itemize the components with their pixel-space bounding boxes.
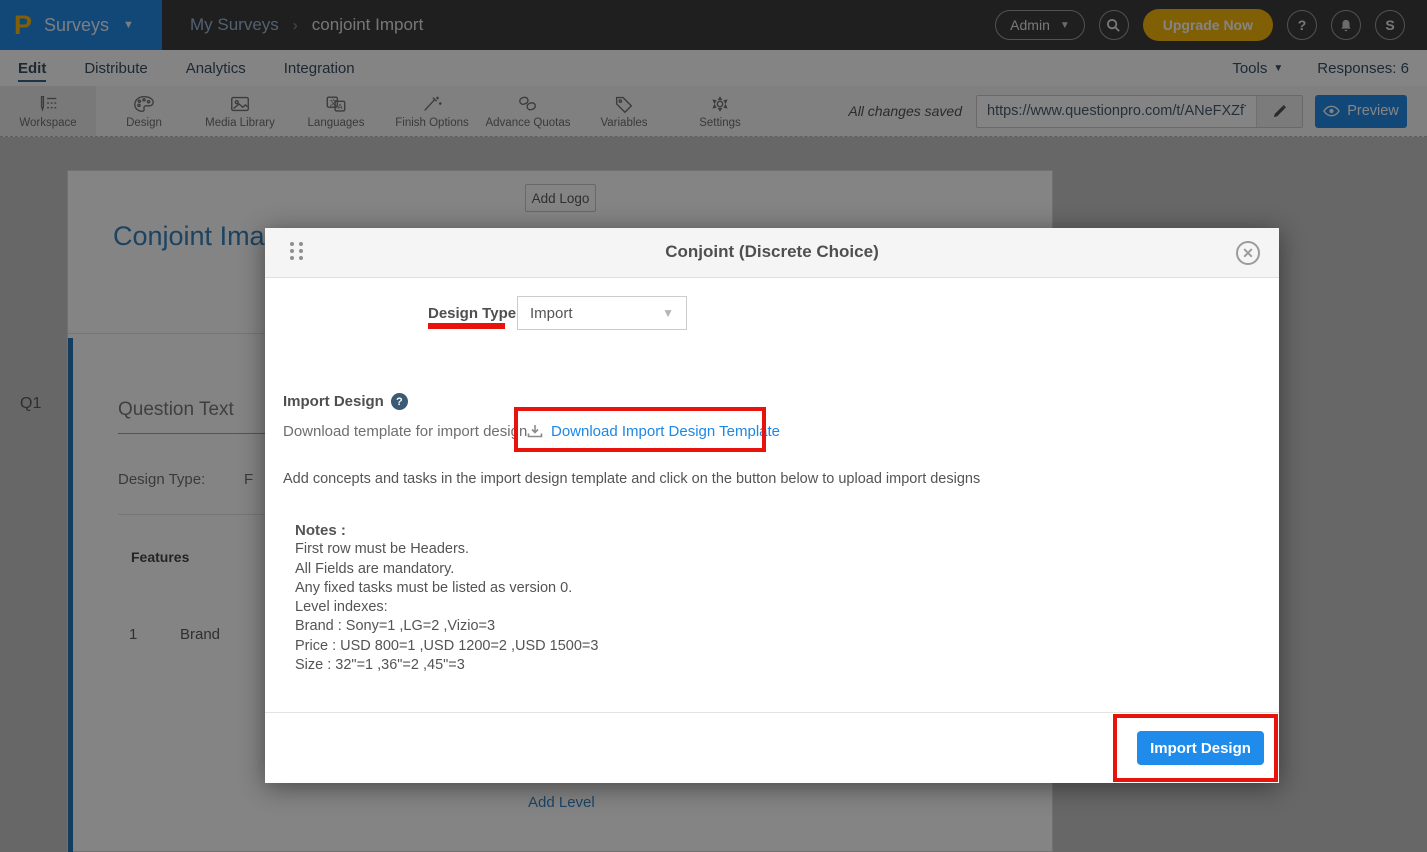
download-prompt-text: Download template for import design: [283, 423, 527, 440]
modal-footer: [265, 712, 1279, 783]
note-line: Price : USD 800=1 ,USD 1200=2 ,USD 1500=…: [295, 637, 598, 656]
download-template-link[interactable]: Download Import Design Template: [527, 423, 780, 440]
download-icon: [527, 424, 543, 439]
help-icon[interactable]: ?: [391, 393, 408, 410]
conjoint-modal: Conjoint (Discrete Choice) ✕ Design Type…: [265, 228, 1279, 783]
annotation-underline-design-type: [428, 323, 505, 329]
instructions-text: Add concepts and tasks in the import des…: [283, 471, 980, 487]
design-type-label: Design Type: [428, 305, 516, 322]
close-icon[interactable]: ✕: [1236, 241, 1260, 265]
import-design-button[interactable]: Import Design: [1137, 731, 1264, 765]
import-design-section-title: Import Design ?: [283, 393, 408, 410]
chevron-down-icon: ▼: [662, 306, 674, 320]
modal-title: Conjoint (Discrete Choice): [265, 242, 1279, 262]
import-design-heading: Import Design: [283, 393, 384, 410]
design-type-selected-value: Import: [530, 305, 573, 322]
note-line: Any fixed tasks must be listed as versio…: [295, 579, 598, 598]
notes-block: Notes : First row must be Headers. All F…: [295, 521, 598, 675]
design-type-select[interactable]: Import ▼: [517, 296, 687, 330]
notes-title: Notes :: [295, 521, 598, 540]
modal-header: Conjoint (Discrete Choice) ✕: [265, 228, 1279, 278]
note-line: Size : 32"=1 ,36"=2 ,45"=3: [295, 656, 598, 675]
note-line: Brand : Sony=1 ,LG=2 ,Vizio=3: [295, 617, 598, 636]
note-line: All Fields are mandatory.: [295, 560, 598, 579]
download-template-link-label: Download Import Design Template: [551, 423, 780, 440]
note-line: First row must be Headers.: [295, 540, 598, 559]
note-line: Level indexes:: [295, 598, 598, 617]
